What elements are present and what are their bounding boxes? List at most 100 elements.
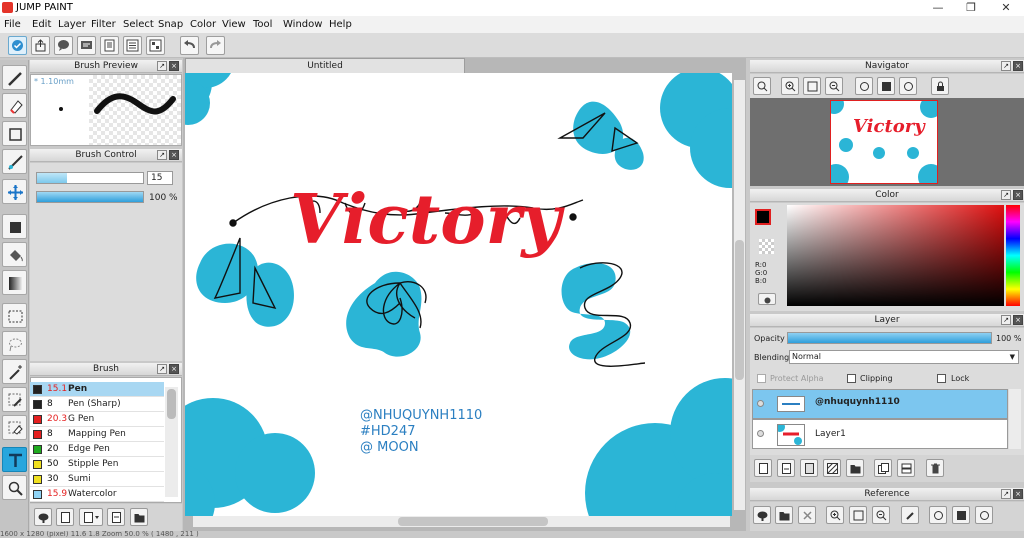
brush-item-g-pen[interactable]: 20.3 G Pen (30, 412, 164, 427)
saturation-value-picker[interactable] (787, 205, 1004, 306)
menu-color[interactable]: Color (190, 19, 216, 30)
menu-snap[interactable]: Snap (158, 19, 183, 30)
fit-window-button[interactable] (803, 77, 821, 95)
cloud-check-button[interactable] (8, 36, 27, 55)
brush-item-pen-sharp[interactable]: 8 Pen (Sharp) (30, 397, 164, 412)
eyedropper-button[interactable] (758, 293, 776, 305)
brush-item-watercolor[interactable]: 15.9 Watercolor (30, 487, 164, 502)
menu-file[interactable]: File (4, 19, 21, 30)
menu-tool[interactable]: Tool (253, 19, 272, 30)
rectangle-tool[interactable] (2, 121, 27, 146)
brush-item-mapping-pen[interactable]: 8 Mapping Pen (30, 427, 164, 442)
panel-close-button[interactable]: × (1013, 489, 1023, 499)
layer-visibility-toggle[interactable] (757, 400, 764, 407)
document-button[interactable] (100, 36, 119, 55)
brush-add-dropdown[interactable] (79, 508, 103, 526)
menu-layer[interactable]: Layer (58, 19, 86, 30)
share-button[interactable] (31, 36, 50, 55)
line-tool[interactable] (2, 149, 27, 174)
menu-filter[interactable]: Filter (91, 19, 116, 30)
new-layer-type-button[interactable] (777, 459, 795, 477)
menu-help[interactable]: Help (329, 19, 352, 30)
zoom-out-button[interactable] (825, 77, 843, 95)
brush-list-scrollbar[interactable] (165, 387, 178, 497)
layer-row-layer1[interactable]: Layer1 (752, 419, 1008, 449)
navigator-lock-button[interactable] (931, 77, 949, 95)
list-button[interactable] (123, 36, 142, 55)
select-pen-tool[interactable] (2, 387, 27, 412)
brush-opacity-slider[interactable] (36, 191, 144, 203)
reference-open-button[interactable] (775, 506, 793, 524)
panel-float-button[interactable]: ↗ (1001, 315, 1011, 325)
zoom-tool[interactable] (2, 475, 27, 500)
reference-zoom-out-button[interactable] (872, 506, 890, 524)
protect-alpha-checkbox[interactable] (757, 374, 766, 383)
brush-size-slider[interactable] (36, 172, 144, 184)
panel-close-button[interactable]: × (1013, 190, 1023, 200)
text-tool[interactable] (2, 447, 27, 472)
new-layer-button[interactable] (754, 459, 772, 477)
maximize-button[interactable]: ❐ (955, 0, 987, 16)
brush-item-stipple-pen[interactable]: 50 Stipple Pen (30, 457, 164, 472)
horizontal-scroll-thumb[interactable] (398, 517, 548, 526)
lasso-tool[interactable] (2, 331, 27, 356)
select-rect-tool[interactable] (2, 303, 27, 328)
reference-flip-button[interactable] (952, 506, 970, 524)
eraser-tool[interactable] (2, 93, 27, 118)
navigator-thumbnail[interactable]: Victory (823, 94, 944, 190)
transparent-color-swatch[interactable] (759, 239, 774, 254)
blending-select[interactable]: Normal ▼ (789, 350, 1019, 364)
reference-close-button[interactable] (798, 506, 816, 524)
message-button[interactable] (77, 36, 96, 55)
panel-close-button[interactable]: × (1013, 61, 1023, 71)
reference-rotate-left-button[interactable] (929, 506, 947, 524)
canvas-horizontal-scrollbar[interactable] (193, 516, 730, 527)
reference-eyedropper-button[interactable] (901, 506, 919, 524)
pattern-layer-button[interactable] (823, 459, 841, 477)
menu-window[interactable]: Window (283, 19, 322, 30)
undo-button[interactable] (180, 36, 199, 55)
gradient-tool[interactable] (2, 270, 27, 295)
brush-new-button[interactable] (56, 508, 74, 526)
hue-slider[interactable] (1006, 205, 1020, 306)
brush-cloud-button[interactable] (34, 508, 52, 526)
rotate-right-button[interactable] (899, 77, 917, 95)
merge-layer-button[interactable] (897, 459, 915, 477)
panel-float-button[interactable]: ↗ (1001, 61, 1011, 71)
bucket-tool[interactable] (2, 242, 27, 267)
panel-close-button[interactable]: × (1013, 315, 1023, 325)
panel-float-button[interactable]: ↗ (157, 150, 167, 160)
pen-tool[interactable] (2, 65, 27, 90)
grid-settings-button[interactable] (146, 36, 165, 55)
brush-item-pen[interactable]: 15.1 Pen (30, 382, 164, 397)
panel-float-button[interactable]: ↗ (157, 364, 167, 374)
brush-item-sumi[interactable]: 30 Sumi (30, 472, 164, 487)
drawing-canvas[interactable]: Victory @NHUQUYNH1110 #HD247 @ MOON (185, 73, 732, 516)
document-tab[interactable]: Untitled (185, 58, 465, 73)
brush-list-scroll-thumb[interactable] (167, 389, 176, 419)
brush-size-input[interactable]: 15 (147, 171, 173, 185)
rotate-left-button[interactable] (855, 77, 873, 95)
panel-close-button[interactable]: × (169, 61, 179, 71)
layer-list-scrollbar[interactable] (1009, 389, 1021, 449)
panel-close-button[interactable]: × (169, 364, 179, 374)
redo-button[interactable] (206, 36, 225, 55)
vertical-scroll-thumb[interactable] (735, 240, 744, 380)
zoom-in-button[interactable] (781, 77, 799, 95)
layer-opacity-slider[interactable] (787, 332, 992, 344)
menu-view[interactable]: View (222, 19, 246, 30)
layer-folder-button[interactable] (846, 459, 864, 477)
fill-rect-tool[interactable] (2, 214, 27, 239)
panel-close-button[interactable]: × (169, 150, 179, 160)
clipping-checkbox[interactable] (847, 374, 856, 383)
comment-button[interactable] (54, 36, 73, 55)
foreground-color-swatch[interactable] (755, 209, 771, 225)
layer-row-nhuquynh1110[interactable]: @nhuquynh1110 (752, 389, 1008, 419)
layer-visibility-toggle[interactable] (757, 430, 764, 437)
brush-item-edge-pen[interactable]: 20 Edge Pen (30, 442, 164, 457)
panel-float-button[interactable]: ↗ (1001, 489, 1011, 499)
panel-float-button[interactable]: ↗ (157, 61, 167, 71)
duplicate-layer-button[interactable] (874, 459, 892, 477)
magic-wand-tool[interactable] (2, 359, 27, 384)
minimize-button[interactable]: — (922, 0, 954, 16)
